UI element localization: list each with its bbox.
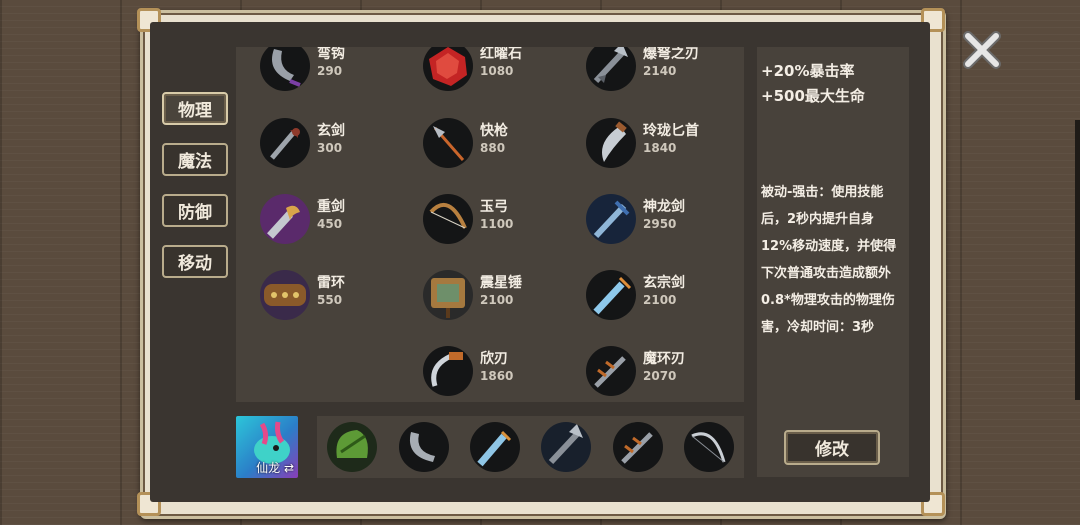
close-button[interactable] [960, 28, 1004, 72]
item-card[interactable]: 玲珑匕首 1840 [562, 106, 712, 168]
demon-blade-icon [621, 432, 653, 464]
item-price: 300 [317, 141, 343, 155]
item-name: 弯钩 [317, 47, 345, 62]
item-price: 550 [317, 293, 343, 307]
item-name: 重剑 [317, 199, 345, 215]
item-name: 玄剑 [317, 123, 345, 139]
item-price: 2950 [643, 217, 677, 231]
stat-crit-rate: +20%暴击率 [761, 62, 855, 80]
demon-blade-icon [586, 346, 636, 396]
tab-magic[interactable]: 魔法 [162, 143, 228, 176]
item-card[interactable]: 神龙剑 2950 [562, 182, 712, 244]
item-card[interactable]: 魔环刃 2070 [562, 334, 712, 396]
item-price: 2070 [643, 369, 677, 383]
item-name: 欣刃 [480, 351, 508, 367]
sect-sword-icon [586, 270, 636, 320]
item-grid: 弯钩 290 红曜石 1080 爆弩之刃 2140 玄剑 300 快枪 880 … [236, 47, 744, 402]
hammer-icon [423, 270, 473, 320]
green-armor-icon [336, 430, 368, 458]
item-name: 神龙剑 [643, 199, 685, 215]
crossbow-blade-icon [548, 424, 583, 465]
item-price: 1860 [480, 369, 514, 383]
tab-movement[interactable]: 移动 [162, 245, 228, 278]
item-card[interactable]: 玄剑 300 [236, 106, 386, 168]
item-price: 450 [317, 217, 343, 231]
item-name: 魔环刃 [643, 351, 685, 367]
item-card[interactable]: 爆弩之刃 2140 [562, 47, 712, 91]
item-card[interactable]: 弯钩 290 [236, 47, 386, 91]
item-name: 快枪 [480, 123, 508, 139]
dagger-icon [477, 430, 512, 467]
equip-slot-4[interactable] [541, 422, 591, 472]
right-edge-bar [1075, 120, 1080, 400]
item-card[interactable]: 玄宗剑 2100 [562, 258, 712, 320]
stat-max-hp: +500最大生命 [761, 87, 865, 105]
equip-slot-3[interactable] [470, 422, 520, 472]
curved-blade-icon [423, 346, 473, 396]
modify-button[interactable]: 修改 [784, 430, 880, 465]
equip-slot-5[interactable] [613, 422, 663, 472]
tab-physical[interactable]: 物理 [162, 92, 228, 125]
close-icon [963, 31, 1001, 69]
item-card[interactable]: 红曜石 1080 [399, 47, 549, 91]
item-card[interactable]: 震星锤 2100 [399, 258, 549, 320]
bow-icon [691, 432, 726, 463]
equipped-items-bar [317, 416, 744, 478]
item-name: 震星锤 [480, 275, 522, 291]
item-name: 玄宗剑 [643, 275, 685, 291]
item-info-panel: +20%暴击率 +500最大生命 被动-强击：使用技能后，2秒内提升自身12%移… [757, 47, 909, 477]
item-card[interactable]: 重剑 450 [236, 182, 386, 244]
item-card[interactable]: 玉弓 1100 [399, 182, 549, 244]
item-card[interactable]: 快枪 880 [399, 106, 549, 168]
hero-name-label: 仙龙 ⇄ [256, 461, 294, 475]
thunder-ring-icon [260, 270, 310, 320]
dagger-icon [586, 118, 636, 168]
item-card[interactable]: 雷环 550 [236, 258, 386, 320]
item-name: 玲珑匕首 [643, 123, 699, 139]
item-name: 红曜石 [480, 47, 522, 62]
item-name: 雷环 [317, 275, 345, 291]
hook-blade-icon [409, 432, 435, 462]
item-price: 290 [317, 64, 343, 78]
bow-icon [423, 194, 473, 244]
item-price: 1080 [480, 64, 514, 78]
item-name: 玉弓 [480, 199, 508, 215]
spear-icon [423, 118, 473, 168]
item-price: 1100 [480, 217, 514, 231]
hook-blade-icon [260, 47, 310, 91]
equip-slot-6[interactable] [684, 422, 734, 472]
item-price: 2100 [643, 293, 677, 307]
item-price: 1840 [643, 141, 677, 155]
passive-description: 被动-强击：使用技能后，2秒内提升自身12%移动速度，并使得下次普通攻击造成额外… [761, 185, 897, 335]
equip-slot-2[interactable] [399, 422, 449, 472]
dragon-sword-icon [586, 194, 636, 244]
item-card[interactable]: 欣刃 1860 [399, 334, 549, 396]
item-stats: +20%暴击率 +500最大生命 [761, 59, 865, 109]
item-price: 2100 [480, 293, 514, 307]
item-price: 2140 [643, 64, 677, 78]
hero-portrait[interactable]: 仙龙 ⇄ [236, 416, 298, 478]
crossbow-blade-icon [586, 47, 636, 91]
item-price: 880 [480, 141, 506, 155]
item-name: 爆弩之刃 [643, 47, 699, 62]
swap-icon[interactable]: ⇄ [284, 461, 294, 475]
tab-defense[interactable]: 防御 [162, 194, 228, 227]
dark-sword-icon [260, 118, 310, 168]
heavy-sword-icon [260, 194, 310, 244]
equip-slot-1[interactable] [327, 422, 377, 472]
red-gem-icon [423, 47, 473, 91]
category-tabs: 物理 魔法 防御 移动 [162, 92, 228, 296]
